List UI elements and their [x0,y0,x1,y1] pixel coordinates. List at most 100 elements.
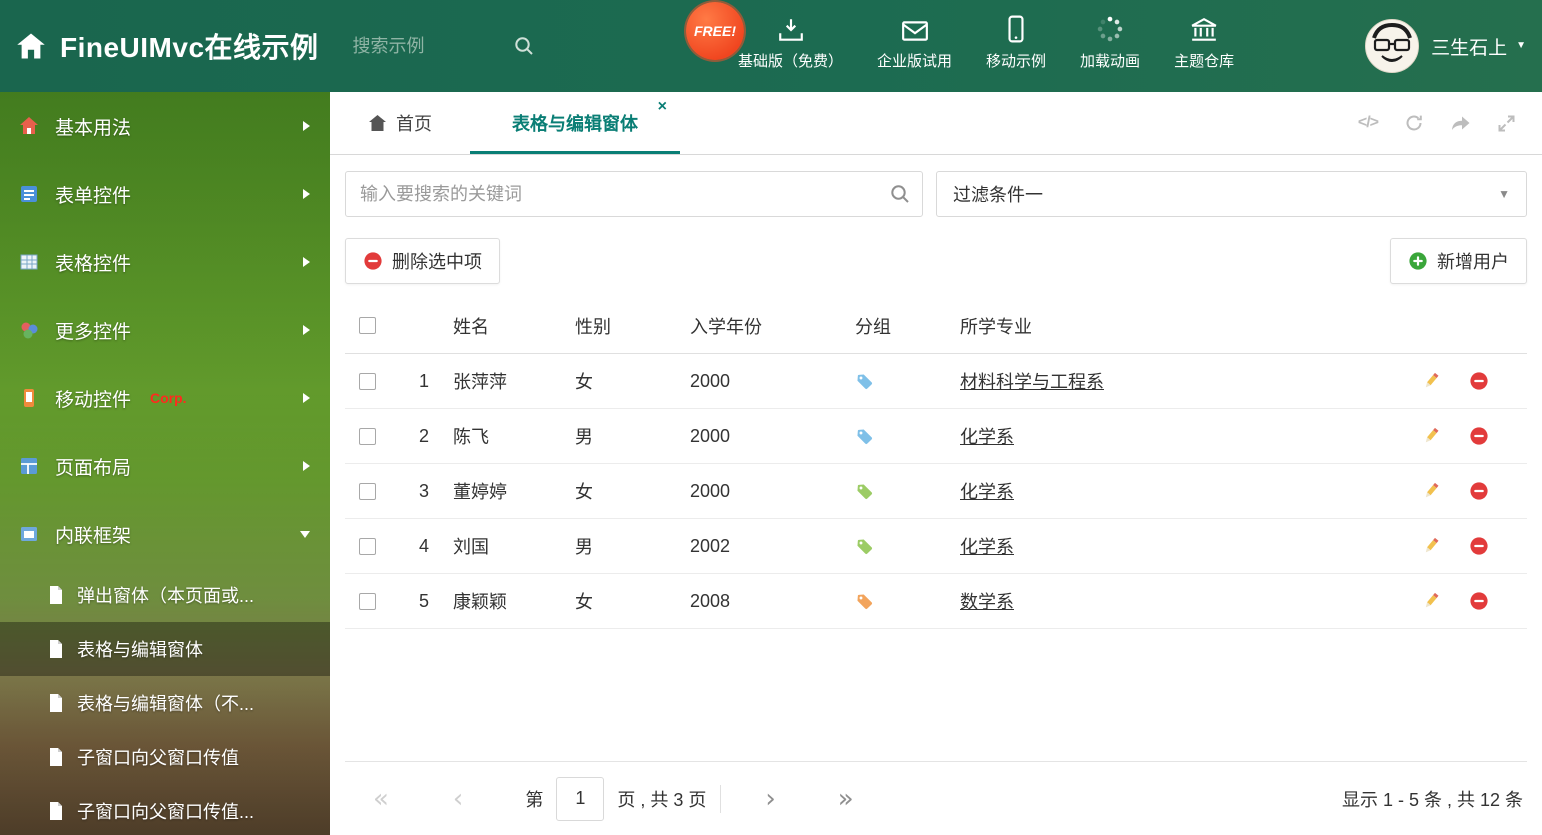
page-number-input[interactable] [556,776,605,821]
frame-icon [18,523,40,545]
major-link[interactable]: 数学系 [960,592,1014,612]
last-page-icon[interactable]: » [838,786,854,812]
major-link[interactable]: 化学系 [960,427,1014,447]
row-number: 2 [419,425,430,446]
sub-item-child-to-parent[interactable]: 子窗口向父窗口传值 [0,730,330,784]
header-search-icon[interactable] [513,35,535,57]
select-all-checkbox[interactable] [359,317,376,334]
sidebar-item-grid-controls[interactable]: 表格控件 [0,228,330,296]
edit-icon[interactable] [1421,591,1441,611]
sub-item-grid-edit-window-2[interactable]: 表格与编辑窗体（不... [0,676,330,730]
delete-icon[interactable] [1469,536,1489,556]
row-number: 5 [419,590,430,611]
sub-item-child-to-parent-2[interactable]: 子窗口向父窗口传值... [0,784,330,835]
nav-theme-repo[interactable]: 主题仓库 [1174,13,1234,71]
user-menu[interactable]: 三生石上 ▼ [1365,19,1526,73]
delete-icon[interactable] [1469,371,1489,391]
tab-grid-edit-window[interactable]: 表格与编辑窗体 × [470,92,680,154]
fullscreen-icon[interactable] [1497,114,1516,133]
filter-row: 过滤条件一 ▼ [330,155,1542,228]
sub-item-label: 表格与编辑窗体（不... [77,694,255,714]
prev-page-icon[interactable]: ‹ [453,786,463,812]
table-icon [18,251,40,273]
chevron-right-icon [303,393,310,403]
nav-label: 加载动画 [1080,53,1141,70]
row-checkbox[interactable] [359,482,376,500]
chevron-right-icon [303,257,310,267]
refresh-icon[interactable] [1404,113,1424,133]
nav-enterprise-trial[interactable]: 企业版试用 [877,13,952,71]
row-checkbox[interactable] [359,372,376,390]
header-search [352,35,553,57]
major-link[interactable]: 化学系 [960,537,1014,557]
open-new-window-icon[interactable] [1450,114,1471,132]
header-search-input[interactable] [352,35,513,57]
edit-icon[interactable] [1421,371,1441,391]
row-checkbox[interactable] [359,592,376,610]
corp-badge: Corp. [150,390,187,406]
spinner-icon [1096,13,1124,43]
sidebar-item-form-controls[interactable]: 表单控件 [0,160,330,228]
header-nav: 基础版（免费） 企业版试用 移动示例 加载动画 主题仓库 [738,13,1234,71]
users-table: 姓名 性别 入学年份 分组 所学专业 1 张萍萍 女 2000 材料科学与工程系 [345,298,1527,629]
cell-name: 张萍萍 [453,372,507,392]
delete-icon[interactable] [1469,426,1489,446]
keyword-search-input[interactable] [345,171,923,217]
table-row: 1 张萍萍 女 2000 材料科学与工程系 [345,354,1527,409]
chevron-down-icon [300,530,310,538]
edit-icon[interactable] [1421,481,1441,501]
grid-toolbar: 删除选中项 新增用户 [330,228,1542,298]
nav-mobile-demo[interactable]: 移动示例 [986,13,1046,71]
col-header-name: 姓名 [453,316,489,337]
cell-name: 董婷婷 [453,482,507,502]
nav-label: 移动示例 [986,53,1047,70]
sidebar-item-iframe[interactable]: 内联框架 [0,500,330,568]
chevron-right-icon [303,461,310,471]
nav-label: 主题仓库 [1174,53,1235,70]
cell-year: 2000 [690,480,731,501]
nav-loading-animation[interactable]: 加载动画 [1080,13,1140,71]
pagination-bar: « ‹ 第 页 , 共 3 页 › » 显示 1 - 5 条 , 共 12 条 [345,761,1527,835]
sub-item-popup-window[interactable]: 弹出窗体（本页面或... [0,568,330,622]
major-link[interactable]: 材料科学与工程系 [960,372,1104,392]
edit-icon[interactable] [1421,536,1441,556]
tab-home[interactable]: 首页 [360,92,440,154]
delete-icon[interactable] [1469,591,1489,611]
source-code-icon[interactable]: </> [1358,114,1379,132]
sidebar-item-label: 表格控件 [55,253,132,275]
search-icon[interactable] [889,183,911,205]
row-checkbox[interactable] [359,537,376,555]
delete-selected-button[interactable]: 删除选中项 [345,238,500,284]
first-page-icon[interactable]: « [373,786,389,812]
nav-label: 企业版试用 [877,53,953,70]
sidebar-item-mobile-controls[interactable]: 移动控件 Corp. [0,364,330,432]
record-summary: 显示 1 - 5 条 , 共 12 条 [1341,789,1523,810]
edit-icon[interactable] [1421,426,1441,446]
sidebar-item-page-layout[interactable]: 页面布局 [0,432,330,500]
file-icon [48,747,64,767]
nav-label: 基础版（免费） [738,53,844,70]
top-header: FineUIMvc在线示例 FREE! 基础版（免费） 企业版试用 [0,0,1542,92]
sidebar-item-basic-usage[interactable]: 基本用法 [0,92,330,160]
user-name: 三生石上 [1431,37,1508,59]
tab-tools: </> [1358,92,1542,154]
table-row: 2 陈飞 男 2000 化学系 [345,409,1527,464]
sidebar-item-more-controls[interactable]: 更多控件 [0,296,330,364]
nav-basic-free[interactable]: 基础版（免费） [738,13,843,71]
major-link[interactable]: 化学系 [960,482,1014,502]
keyword-search [345,171,923,217]
delete-icon[interactable] [1469,481,1489,501]
page-prefix-label: 第 [525,789,544,810]
add-user-button[interactable]: 新增用户 [1390,238,1527,284]
sub-item-grid-edit-window[interactable]: 表格与编辑窗体 [0,622,330,676]
home-icon[interactable] [16,32,46,60]
page-suffix-label: 页 , 共 3 页 [617,789,707,810]
next-page-icon[interactable]: › [765,786,775,812]
delete-selected-label: 删除选中项 [392,252,482,272]
sub-item-label: 弹出窗体（本页面或... [77,586,255,606]
row-checkbox[interactable] [359,427,376,445]
filter-dropdown[interactable]: 过滤条件一 ▼ [936,171,1527,217]
form-icon [18,183,40,205]
tab-close-icon[interactable]: × [658,99,667,115]
chevron-right-icon [303,189,310,199]
